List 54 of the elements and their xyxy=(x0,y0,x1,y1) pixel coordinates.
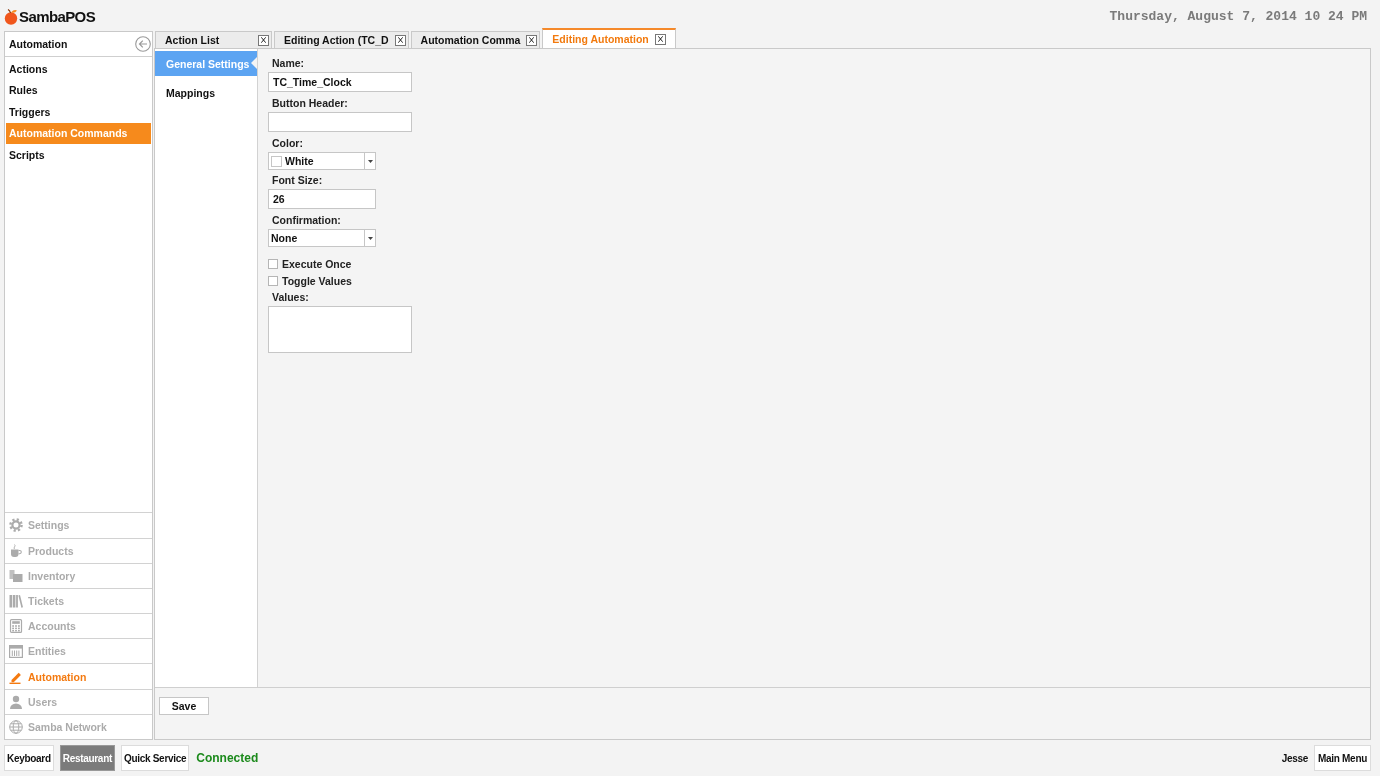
boxes-icon xyxy=(9,568,23,583)
main-menu-button[interactable]: Main Menu xyxy=(1314,745,1371,771)
checkbox-label: Execute Once xyxy=(282,257,352,270)
logo-text: SambaPOS xyxy=(19,8,96,25)
text-area[interactable] xyxy=(268,306,412,353)
save-button[interactable]: Save xyxy=(159,697,209,715)
input-field[interactable]: 26 xyxy=(268,189,376,209)
checkbox[interactable] xyxy=(268,258,278,269)
user-name: Jesse xyxy=(1281,752,1309,764)
sidebar-item[interactable]: Triggers xyxy=(6,101,151,123)
checkbox-label: Toggle Values xyxy=(282,274,352,287)
caret-icon xyxy=(367,159,373,163)
section-nav-item[interactable]: Mappings xyxy=(155,80,257,105)
department-button[interactable]: Keyboard xyxy=(4,745,54,771)
dropdown[interactable]: None xyxy=(268,229,376,247)
connection-status: Connected xyxy=(196,751,259,765)
books-icon xyxy=(9,593,23,608)
calculator-icon xyxy=(9,619,23,634)
date-time: Thursday, August 7, 2014 10 24 PM xyxy=(1109,9,1367,24)
field-label: Button Header: xyxy=(271,96,348,110)
globe-icon xyxy=(9,719,23,734)
field-label: Font Size: xyxy=(271,173,323,187)
department-button[interactable]: Restaurant xyxy=(59,745,115,771)
input-field[interactable]: TC_Time_Clock xyxy=(268,72,412,92)
input-field[interactable] xyxy=(268,112,412,132)
sidebar-item[interactable]: Actions xyxy=(6,58,151,80)
close-icon xyxy=(529,37,535,43)
close-tab-button[interactable] xyxy=(394,34,406,46)
tab[interactable]: Editing Action (TC_D xyxy=(274,31,409,48)
caret-icon xyxy=(367,236,373,240)
close-icon xyxy=(657,36,663,42)
close-icon xyxy=(261,37,266,43)
tab[interactable]: Automation Comma xyxy=(410,31,541,48)
close-tab-button[interactable] xyxy=(654,33,666,45)
field-label: Values: xyxy=(271,290,309,304)
close-tab-button[interactable] xyxy=(258,34,269,46)
close-icon xyxy=(397,37,403,43)
cup-icon xyxy=(9,543,23,558)
logo-fruit-icon xyxy=(4,8,18,25)
department-button[interactable]: Quick Service xyxy=(121,745,190,771)
field-label: Name: xyxy=(271,56,305,70)
section-title: Automation xyxy=(9,38,68,50)
tab[interactable]: Action List xyxy=(155,31,272,48)
gear-icon xyxy=(9,518,23,533)
field-label: Confirmation: xyxy=(271,213,341,227)
close-tab-button[interactable] xyxy=(526,34,538,46)
person-icon xyxy=(9,694,23,709)
calendar-icon xyxy=(9,644,23,659)
sidebar-item[interactable]: Rules xyxy=(6,79,151,101)
checkbox[interactable] xyxy=(268,275,278,286)
back-icon[interactable] xyxy=(135,36,151,52)
sidebar-item[interactable]: Scripts xyxy=(6,144,151,166)
field-label: Color: xyxy=(271,136,303,150)
dropdown[interactable]: White xyxy=(268,152,376,170)
